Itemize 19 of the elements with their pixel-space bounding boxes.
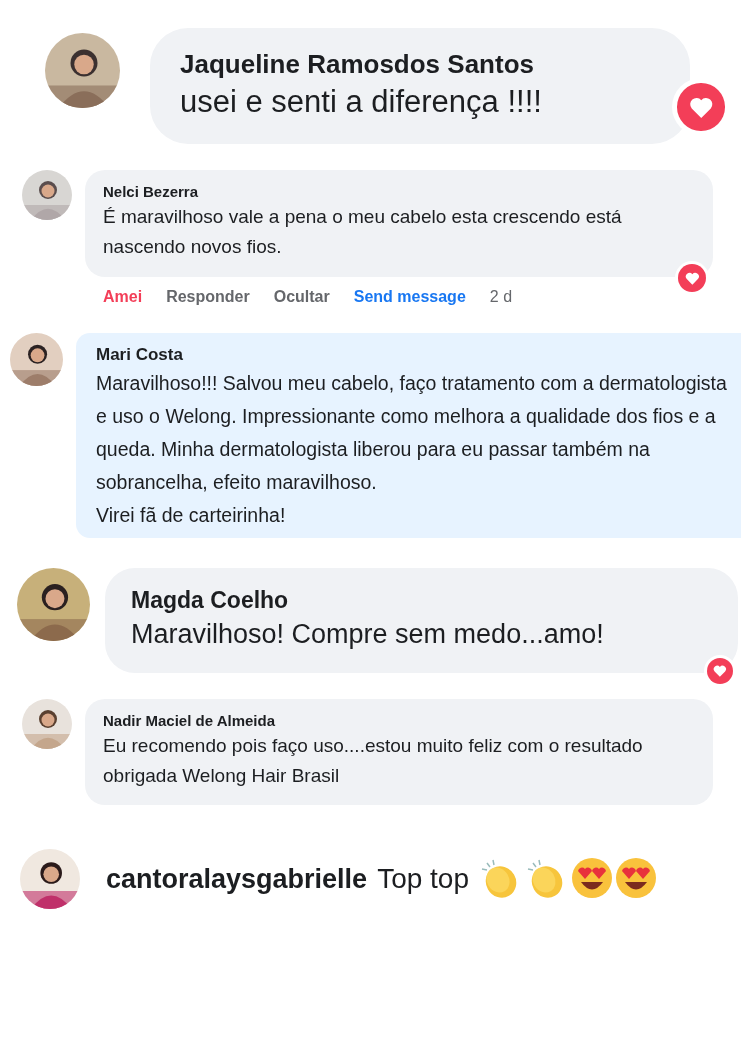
timestamp: 2 d	[489, 286, 513, 307]
reaction-link[interactable]: Amei	[103, 284, 143, 309]
commenter-name[interactable]: Mari Costa	[96, 342, 733, 367]
comment-text: Top top	[377, 862, 469, 897]
heart-eyes-face-icon	[571, 857, 613, 900]
comment-text: Eu recomendo pois faço uso....estou muito feliz com o resultado obrigada Welong Hair Brasil	[103, 733, 644, 789]
comment-text: É maravilhoso vale a pena o meu cabelo esta crescendo está nascendo novos fios.	[103, 205, 623, 260]
commenter-name[interactable]: cantoralaysgabrielle	[106, 859, 368, 900]
send-message-link[interactable]: Send message	[353, 284, 466, 309]
commenter-name[interactable]: Nelci Bezerra	[103, 181, 695, 203]
commenter-name[interactable]: Jaqueline Ramosdos Santos	[180, 48, 660, 82]
comment-text: Maravilhoso!!! Salvou meu cabelo, faço tratamento com a dermatologista e uso o Welong. Impressionante como melhora a qualidade dos fios e a queda. Minha dermatologista liberou para eu passar também na sobrancelha, efeito maravilhoso. Virei fã de carteirinha!	[96, 370, 728, 529]
commenter-name[interactable]: Nadir Maciel de Almeida	[103, 709, 695, 731]
heart-eyes-face-icon	[615, 857, 657, 900]
commenter-name[interactable]: Magda Coelho	[131, 586, 712, 617]
action-link[interactable]: Ocultar	[273, 284, 330, 309]
comment-text: Maravilhoso! Compre sem medo...amo!	[131, 618, 605, 652]
comment-text: usei e senti a diferença !!!!	[180, 82, 543, 121]
action-link[interactable]: Responder	[166, 284, 250, 309]
